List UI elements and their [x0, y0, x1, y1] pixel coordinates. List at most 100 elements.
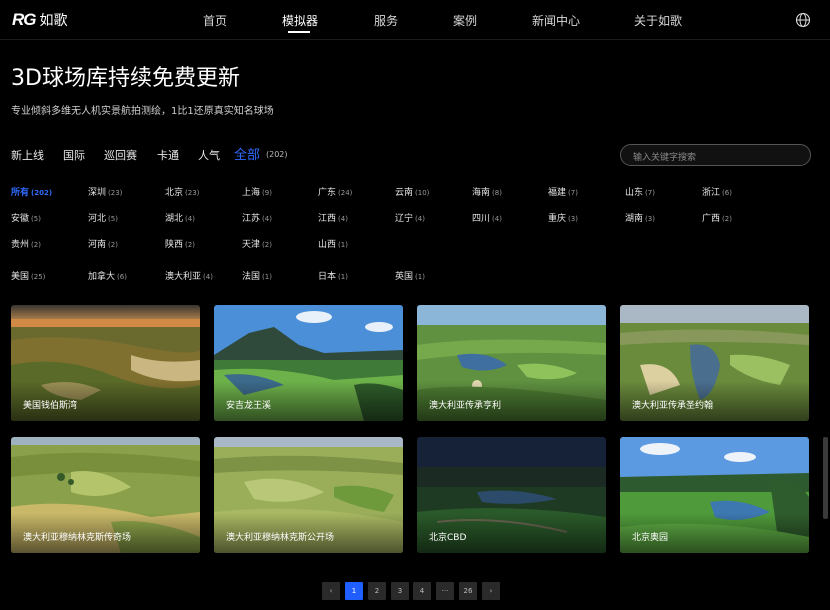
page-ellipsis: ···: [436, 582, 454, 600]
region-name: 江西: [318, 214, 337, 224]
tab-new[interactable]: 新上线: [11, 147, 44, 163]
region-count: (8): [492, 189, 502, 197]
tab-cartoon[interactable]: 卡通: [157, 147, 179, 163]
nav-active-indicator: [288, 31, 310, 33]
region-count: (4): [492, 215, 502, 223]
next-page-button[interactable]: ›: [482, 582, 500, 600]
region-filter[interactable]: 深圳 (23): [88, 185, 122, 198]
region-filter[interactable]: 山东 (7): [625, 185, 655, 198]
region-name: 山东: [625, 188, 644, 198]
tab-popular[interactable]: 人气: [198, 147, 220, 163]
region-filter[interactable]: 四川 (4): [472, 211, 502, 224]
course-card[interactable]: 北京奥园: [620, 437, 809, 553]
region-count: (202): [31, 189, 53, 197]
region-count: (2): [722, 215, 732, 223]
course-card[interactable]: 安吉龙王溪: [214, 305, 403, 421]
region-filter[interactable]: 天津 (2): [242, 237, 272, 250]
region-count: (4): [262, 215, 272, 223]
nav-item-home[interactable]: 首页: [203, 12, 227, 29]
course-name: 安吉龙王溪: [226, 401, 272, 411]
region-name: 上海: [242, 188, 261, 198]
nav-item-cases[interactable]: 案例: [453, 12, 477, 29]
nav-item-simulator[interactable]: 模拟器: [282, 12, 318, 29]
page-button-4[interactable]: 4: [413, 582, 431, 600]
region-name: 四川: [472, 214, 491, 224]
region-filter[interactable]: 湖北 (4): [165, 211, 195, 224]
course-card[interactable]: 澳大利亚传承圣约翰: [620, 305, 809, 421]
tab-all[interactable]: 全部: [234, 144, 260, 163]
region-count: (2): [262, 241, 272, 249]
region-filter[interactable]: 海南 (8): [472, 185, 502, 198]
brand-logo[interactable]: RG 如歌: [12, 10, 68, 30]
region-filter[interactable]: 云南 (10): [395, 185, 429, 198]
region-filter[interactable]: 澳大利亚 (4): [165, 269, 213, 282]
region-filter[interactable]: 浙江 (6): [702, 185, 732, 198]
region-filter[interactable]: 日本 (1): [318, 269, 348, 282]
region-name: 浙江: [702, 188, 721, 198]
region-name: 江苏: [242, 214, 261, 224]
region-count: (5): [31, 215, 41, 223]
region-filter[interactable]: 福建 (7): [548, 185, 578, 198]
region-name: 湖北: [165, 214, 184, 224]
prev-page-button[interactable]: ‹: [322, 582, 340, 600]
region-filter[interactable]: 英国 (1): [395, 269, 425, 282]
region-filter[interactable]: 山西 (1): [318, 237, 348, 250]
nav-item-news[interactable]: 新闻中心: [532, 12, 580, 29]
nav-item-service[interactable]: 服务: [374, 12, 398, 29]
region-filter[interactable]: 美国 (25): [11, 269, 45, 282]
scrollbar[interactable]: [823, 437, 828, 519]
region-count: (3): [568, 215, 578, 223]
tab-international[interactable]: 国际: [63, 147, 85, 163]
region-filter[interactable]: 安徽 (5): [11, 211, 41, 224]
region-name: 山西: [318, 240, 337, 250]
course-name: 澳大利亚传承圣约翰: [632, 401, 714, 411]
course-card[interactable]: 美国钱伯斯湾: [11, 305, 200, 421]
region-count: (23): [185, 189, 200, 197]
region-filter[interactable]: 河北 (5): [88, 211, 118, 224]
region-filter[interactable]: 河南 (2): [88, 237, 118, 250]
region-filter[interactable]: 广东 (24): [318, 185, 352, 198]
page-button-1[interactable]: 1: [345, 582, 363, 600]
region-name: 加拿大: [88, 272, 116, 282]
course-card[interactable]: 澳大利亚传承亨利: [417, 305, 606, 421]
region-filter[interactable]: 贵州 (2): [11, 237, 41, 250]
search-input[interactable]: [621, 148, 810, 168]
region-filter[interactable]: 陕西 (2): [165, 237, 195, 250]
globe-icon[interactable]: [795, 12, 811, 28]
tab-tour[interactable]: 巡回赛: [104, 147, 137, 163]
logo-name: 如歌: [39, 13, 68, 29]
region-name: 深圳: [88, 188, 107, 198]
region-filter[interactable]: 广西 (2): [702, 211, 732, 224]
course-card[interactable]: 澳大利亚穆纳林克斯公开场: [214, 437, 403, 553]
course-card[interactable]: 澳大利亚穆纳林克斯传奇场: [11, 437, 200, 553]
region-count: (4): [415, 215, 425, 223]
region-count: (7): [645, 189, 655, 197]
region-filter[interactable]: 加拿大 (6): [88, 269, 127, 282]
region-count: (2): [108, 241, 118, 249]
region-count: (5): [108, 215, 118, 223]
region-name: 陕西: [165, 240, 184, 250]
region-filter[interactable]: 辽宁 (4): [395, 211, 425, 224]
region-filter[interactable]: 江西 (4): [318, 211, 348, 224]
nav-item-about[interactable]: 关于如歌: [634, 12, 682, 29]
page-button-26[interactable]: 26: [459, 582, 477, 600]
region-count: (25): [31, 273, 46, 281]
page-button-3[interactable]: 3: [391, 582, 409, 600]
course-name: 澳大利亚穆纳林克斯公开场: [226, 533, 335, 543]
region-filter[interactable]: 所有 (202): [11, 185, 52, 198]
region-filter[interactable]: 法国 (1): [242, 269, 272, 282]
region-count: (1): [415, 273, 425, 281]
course-card[interactable]: 北京CBD: [417, 437, 606, 553]
region-count: (1): [338, 273, 348, 281]
region-filter[interactable]: 北京 (23): [165, 185, 199, 198]
region-name: 澳大利亚: [165, 272, 202, 282]
region-filter[interactable]: 湖南 (3): [625, 211, 655, 224]
region-filter[interactable]: 上海 (9): [242, 185, 272, 198]
region-filter[interactable]: 重庆 (3): [548, 211, 578, 224]
region-count: (23): [108, 189, 123, 197]
region-count: (7): [568, 189, 578, 197]
page-button-2[interactable]: 2: [368, 582, 386, 600]
region-count: (9): [262, 189, 272, 197]
region-filter[interactable]: 江苏 (4): [242, 211, 272, 224]
region-name: 辽宁: [395, 214, 414, 224]
